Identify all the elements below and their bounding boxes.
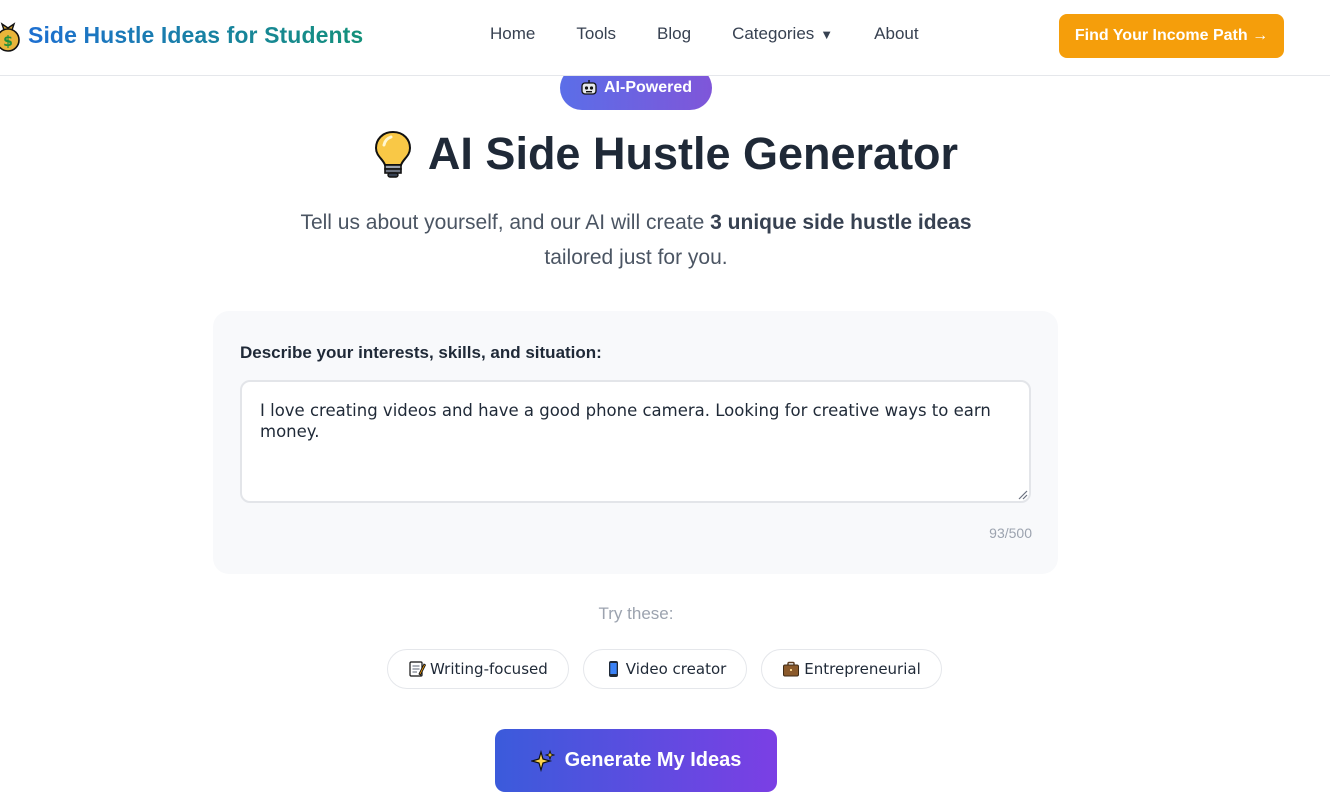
subtitle-text: Tell us about yourself, and our AI will … — [300, 211, 711, 234]
input-card: Describe your interests, skills, and sit… — [213, 311, 1058, 574]
page-subtitle: Tell us about yourself, and our AI will … — [300, 205, 972, 275]
title-text: AI Side Hustle Generator — [427, 128, 959, 179]
nav-home[interactable]: Home — [490, 24, 535, 44]
nav-about[interactable]: About — [874, 24, 918, 44]
nav-about-label: About — [874, 24, 919, 43]
phone-icon — [604, 660, 622, 678]
description-label: Describe your interests, skills, and sit… — [240, 343, 602, 362]
chip-label: Entrepreneurial — [804, 660, 921, 678]
main-nav: Home Tools Blog Categories ▼ About — [490, 24, 960, 44]
chip-entrepreneurial[interactable]: Entrepreneurial — [761, 649, 942, 689]
badge-label: AI-Powered — [603, 79, 692, 96]
nav-blog[interactable]: Blog — [657, 24, 691, 44]
nav-categories-label: Categories — [732, 24, 815, 43]
chip-video-creator[interactable]: Video creator — [582, 649, 748, 689]
nav-tools-label: Tools — [576, 24, 617, 43]
site-header: $ Side Hustle Ideas for Students Home To… — [0, 0, 1330, 76]
resize-handle-icon[interactable] — [1016, 487, 1028, 500]
chip-writing-focused[interactable]: Writing-focused — [387, 649, 569, 689]
nav-blog-label: Blog — [657, 24, 692, 43]
nav-categories-dropdown[interactable]: Categories ▼ — [732, 24, 833, 44]
memo-icon — [408, 660, 426, 678]
nav-home-label: Home — [490, 24, 536, 43]
brand-logo[interactable]: $ Side Hustle Ideas for Students — [0, 18, 363, 52]
lightbulb-icon — [372, 129, 414, 179]
suggestion-chips: Writing-focused Video creator Entreprene… — [387, 649, 942, 689]
chip-label: Writing-focused — [430, 660, 548, 678]
sparkles-icon — [530, 749, 555, 773]
subtitle-emphasis: 3 unique side hustle ideas — [710, 211, 972, 234]
character-counter: 93/500 — [989, 525, 1032, 541]
suggestions-label: Try these: — [598, 604, 674, 623]
caret-down-icon: ▼ — [820, 26, 834, 42]
description-textarea[interactable]: I love creating videos and have a good p… — [240, 380, 1031, 503]
nav-tools[interactable]: Tools — [576, 24, 616, 44]
svg-text:$: $ — [3, 34, 13, 50]
brand-title: Side Hustle Ideas for Students — [28, 21, 364, 48]
subtitle-tail: tailored just for you. — [544, 246, 728, 269]
money-bag-icon: $ — [0, 18, 20, 52]
chip-label: Video creator — [625, 660, 727, 678]
generate-label: Generate My Ideas — [564, 749, 742, 771]
briefcase-icon — [782, 660, 800, 678]
find-income-path-button[interactable]: Find Your Income Path → — [1059, 14, 1284, 58]
generate-ideas-button[interactable]: Generate My Ideas — [495, 729, 777, 792]
page-title: AI Side Hustle Generator — [0, 128, 1330, 180]
robot-icon — [580, 79, 598, 97]
